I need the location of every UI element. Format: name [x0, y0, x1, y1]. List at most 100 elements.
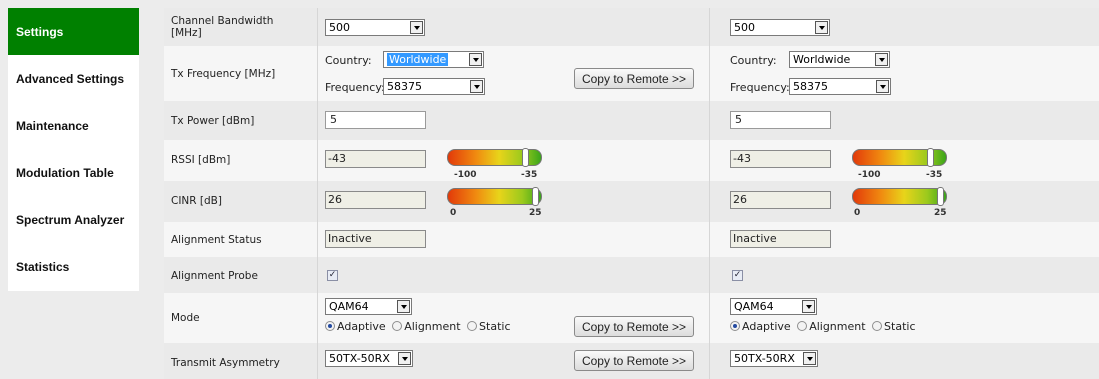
remote-mode-radio-group: Adaptive Alignment Static — [730, 320, 919, 333]
remote-channel-bandwidth-select[interactable]: 500 — [730, 19, 830, 36]
sidebar-item-maintenance[interactable]: Maintenance — [8, 102, 139, 149]
tx-frequency-label: Tx Frequency [MHz] — [171, 68, 276, 80]
remote-alignment-status-value: Inactive — [730, 230, 831, 248]
local-mode-adaptive-radio[interactable] — [325, 321, 335, 331]
channel-bandwidth-label: Channel Bandwidth [MHz] — [171, 15, 274, 39]
chevron-down-icon — [398, 352, 411, 365]
chevron-down-icon — [876, 80, 889, 93]
tx-power-label: Tx Power [dBm] — [171, 115, 255, 127]
chevron-down-icon — [803, 352, 816, 365]
row-tx-frequency: Tx Frequency [MHz] Country: Worldwide Fr… — [164, 46, 1099, 101]
local-mode-alignment-radio[interactable] — [392, 321, 403, 331]
local-mode-select[interactable]: QAM64 — [325, 298, 412, 315]
remote-cinr-gauge-max: 25 — [934, 208, 947, 218]
remote-rssi-gauge-min: -100 — [858, 170, 881, 180]
local-mode-radio-group: Adaptive Alignment Static — [325, 320, 514, 333]
local-country-label: Country: — [325, 54, 372, 67]
settings-table: Channel Bandwidth [MHz] 500 500 Tx Frequ… — [164, 8, 1099, 379]
row-cinr: CINR [dB] 26 0 25 26 0 25 — [164, 181, 1099, 222]
remote-mode-static-label: Static — [884, 320, 916, 333]
remote-cinr-value: 26 — [730, 191, 831, 209]
row-tx-power: Tx Power [dBm] 5 5 — [164, 101, 1099, 140]
chevron-down-icon — [802, 300, 815, 313]
local-alignment-probe-checkbox[interactable]: ✓ — [327, 270, 338, 281]
local-channel-bandwidth-value: 500 — [329, 21, 350, 34]
local-cinr-gauge-thumb — [532, 187, 539, 206]
remote-mode-value: QAM64 — [734, 300, 774, 313]
local-transmit-asymmetry-value: 50TX-50RX — [329, 352, 390, 365]
local-mode-static-radio[interactable] — [467, 321, 478, 331]
sidebar-item-advanced-settings[interactable]: Advanced Settings — [8, 55, 139, 102]
local-mode-static-label: Static — [479, 320, 511, 333]
alignment-status-label: Alignment Status — [171, 234, 262, 246]
remote-transmit-asymmetry-value: 50TX-50RX — [734, 352, 795, 365]
local-mode-adaptive-label: Adaptive — [337, 320, 386, 333]
remote-mode-adaptive-radio[interactable] — [730, 321, 740, 331]
row-channel-bandwidth: Channel Bandwidth [MHz] 500 500 — [164, 8, 1099, 46]
remote-frequency-label: Frequency: — [730, 81, 790, 94]
local-cinr-value: 26 — [325, 191, 426, 209]
local-rssi-gauge-max: -35 — [521, 170, 538, 180]
chevron-down-icon — [470, 80, 483, 93]
local-frequency-value: 58375 — [387, 80, 422, 93]
local-cinr-gauge-max: 25 — [529, 208, 542, 218]
local-mode-alignment-label: Alignment — [404, 320, 461, 333]
local-frequency-select[interactable]: 58375 — [383, 78, 485, 95]
remote-mode-alignment-label: Alignment — [809, 320, 866, 333]
remote-mode-alignment-radio[interactable] — [797, 321, 808, 331]
rssi-label: RSSI [dBm] — [171, 154, 231, 166]
copy-to-remote-mode-button[interactable]: Copy to Remote >> — [574, 316, 694, 337]
cinr-label: CINR [dB] — [171, 195, 222, 207]
local-country-select[interactable]: Worldwide — [383, 51, 484, 68]
sidebar-menu: Settings Advanced Settings Maintenance M… — [8, 8, 139, 291]
local-rssi-value: -43 — [325, 150, 426, 168]
local-frequency-label: Frequency: — [325, 81, 385, 94]
remote-mode-select[interactable]: QAM64 — [730, 298, 817, 315]
remote-mode-static-radio[interactable] — [872, 321, 883, 331]
local-rssi-gauge-min: -100 — [454, 170, 477, 180]
mode-label: Mode — [171, 312, 200, 324]
transmit-asymmetry-label: Transmit Asymmetry — [171, 357, 280, 369]
remote-mode-adaptive-label: Adaptive — [742, 320, 791, 333]
sidebar-item-spectrum-analyzer[interactable]: Spectrum Analyzer — [8, 196, 139, 243]
remote-channel-bandwidth-value: 500 — [734, 21, 755, 34]
remote-rssi-gauge-thumb — [927, 148, 934, 167]
remote-rssi-gauge — [852, 148, 947, 167]
local-country-value: Worldwide — [387, 53, 449, 66]
sidebar-item-modulation-table[interactable]: Modulation Table — [8, 149, 139, 196]
remote-rssi-value: -43 — [730, 150, 831, 168]
chevron-down-icon — [397, 300, 410, 313]
column-divider — [317, 8, 318, 379]
local-tx-power-input[interactable]: 5 — [325, 111, 426, 129]
sidebar-item-statistics[interactable]: Statistics — [8, 243, 139, 290]
remote-country-label: Country: — [730, 54, 777, 67]
local-rssi-gauge-thumb — [522, 148, 529, 167]
remote-transmit-asymmetry-select[interactable]: 50TX-50RX — [730, 350, 818, 367]
local-mode-value: QAM64 — [329, 300, 369, 313]
row-mode: Mode QAM64 Adaptive Alignment Static Cop… — [164, 293, 1099, 343]
chevron-down-icon — [410, 21, 423, 34]
remote-tx-power-input[interactable]: 5 — [730, 111, 831, 129]
copy-to-remote-frequency-button[interactable]: Copy to Remote >> — [574, 68, 694, 89]
local-rssi-gauge — [447, 148, 542, 167]
remote-frequency-select[interactable]: 58375 — [789, 78, 891, 95]
local-transmit-asymmetry-select[interactable]: 50TX-50RX — [325, 350, 413, 367]
row-rssi: RSSI [dBm] -43 -100 -35 -43 -100 -35 — [164, 140, 1099, 181]
remote-alignment-probe-checkbox[interactable]: ✓ — [732, 270, 743, 281]
column-divider — [709, 8, 710, 379]
copy-to-remote-asymmetry-button[interactable]: Copy to Remote >> — [574, 350, 694, 371]
alignment-probe-label: Alignment Probe — [171, 270, 258, 282]
row-transmit-asymmetry: Transmit Asymmetry 50TX-50RX Copy to Rem… — [164, 343, 1099, 379]
remote-country-select[interactable]: Worldwide — [789, 51, 890, 68]
remote-frequency-value: 58375 — [793, 80, 828, 93]
chevron-down-icon — [815, 21, 828, 34]
sidebar-item-settings[interactable]: Settings — [8, 8, 139, 55]
remote-country-value: Worldwide — [793, 53, 851, 66]
local-cinr-gauge-min: 0 — [450, 208, 457, 218]
remote-rssi-gauge-max: -35 — [926, 170, 943, 180]
local-channel-bandwidth-select[interactable]: 500 — [325, 19, 425, 36]
remote-cinr-gauge — [852, 187, 947, 206]
chevron-down-icon — [469, 53, 482, 66]
row-alignment-probe: Alignment Probe ✓ ✓ — [164, 257, 1099, 293]
chevron-down-icon — [875, 53, 888, 66]
